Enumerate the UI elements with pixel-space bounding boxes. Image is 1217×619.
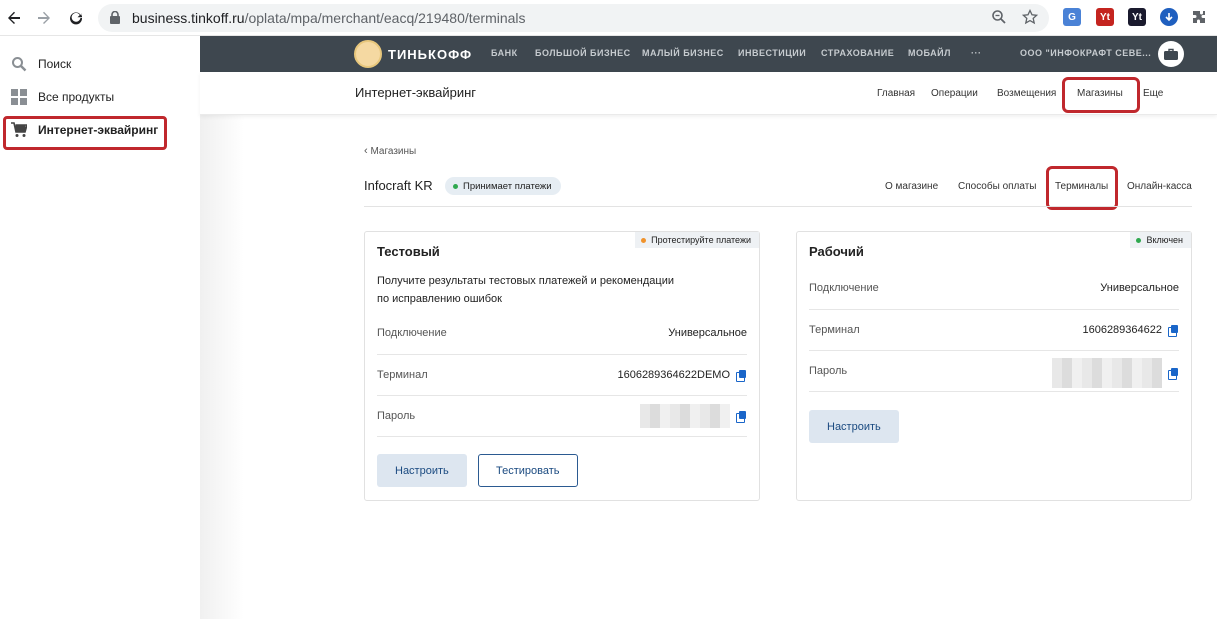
bookmark-star-icon[interactable]	[1021, 8, 1039, 29]
masked-password	[1052, 358, 1162, 388]
copy-icon[interactable]	[736, 410, 747, 423]
terminal-label: Терминал	[377, 369, 428, 381]
row-divider	[377, 436, 747, 437]
sidebar-shadow	[200, 36, 244, 619]
product-header: Интернет-эквайринг Главная Операции Возм…	[200, 72, 1217, 115]
top-link-small-business[interactable]: МАЛЫЙ БИЗНЕС	[642, 48, 724, 58]
zoom-icon[interactable]	[991, 9, 1007, 29]
left-sidebar: Поиск Все продукты Интернет-эквайринг	[0, 36, 200, 619]
header-link-operations[interactable]: Операции	[931, 88, 978, 99]
extensions-puzzle-icon[interactable]	[1190, 8, 1208, 26]
store-name: Infocraft KR	[364, 178, 433, 193]
row-divider	[809, 391, 1179, 392]
enabled-badge: Включен	[1130, 232, 1191, 248]
configure-button[interactable]: Настроить	[809, 410, 899, 443]
test-button[interactable]: Тестировать	[478, 454, 578, 487]
sidebar-item-search[interactable]: Поиск	[10, 51, 71, 77]
breadcrumb[interactable]: ‹ Магазины	[364, 145, 416, 157]
terminal-value: 1606289364622DEMO	[617, 369, 747, 382]
tab-about-store[interactable]: О магазине	[885, 181, 938, 192]
row-divider	[377, 395, 747, 396]
status-dot-icon	[641, 237, 647, 243]
header-link-refunds[interactable]: Возмещения	[997, 88, 1056, 99]
top-link-big-business[interactable]: БОЛЬШОЙ БИЗНЕС	[535, 48, 631, 58]
search-icon	[10, 55, 28, 73]
top-link-mobile[interactable]: МОБАЙЛ	[908, 48, 951, 58]
copy-icon[interactable]	[1168, 324, 1179, 337]
copy-icon[interactable]	[736, 369, 747, 382]
tab-terminals[interactable]: Терминалы	[1055, 181, 1108, 192]
top-link-bank[interactable]: БАНК	[491, 48, 518, 58]
password-value	[1052, 358, 1179, 388]
sidebar-item-label: Поиск	[38, 57, 72, 71]
briefcase-icon[interactable]	[1158, 41, 1184, 67]
card-title: Тестовый	[377, 244, 440, 259]
connection-value: Универсальное	[668, 327, 747, 339]
tab-payment-methods[interactable]: Способы оплаты	[958, 181, 1037, 192]
card-title: Рабочий	[809, 244, 864, 259]
tab-online-cashbox[interactable]: Онлайн-касса	[1127, 181, 1192, 192]
browser-toolbar: business.tinkoff.ru/oplata/mpa/merchant/…	[0, 0, 1217, 36]
row-divider	[809, 350, 1179, 351]
card-description: Получите результаты тестовых платежей и …	[377, 275, 674, 305]
status-dot-icon	[453, 183, 458, 189]
row-divider	[809, 309, 1179, 310]
top-link-investments[interactable]: ИНВЕСТИЦИИ	[738, 48, 806, 58]
more-menu-icon[interactable]: ···	[971, 48, 982, 58]
password-value	[640, 404, 747, 428]
connection-label: Подключение	[377, 327, 447, 339]
password-label: Пароль	[809, 365, 848, 377]
address-bar[interactable]: business.tinkoff.ru/oplata/mpa/merchant/…	[98, 4, 1049, 32]
tinkoff-logo[interactable]: ТИНЬКОФФ	[354, 40, 472, 68]
password-label: Пароль	[377, 410, 416, 422]
tabs-divider	[364, 206, 1192, 207]
masked-password	[640, 404, 730, 428]
row-divider	[377, 354, 747, 355]
terminal-label: Терминал	[809, 324, 860, 336]
cart-icon	[10, 121, 28, 139]
download-extension-icon[interactable]	[1160, 8, 1178, 26]
yt-dark-extension-icon[interactable]: Yt	[1128, 8, 1146, 26]
status-badge: Принимает платежи	[445, 177, 561, 195]
status-dot-icon	[1136, 237, 1142, 243]
sidebar-item-label: Все продукты	[38, 90, 115, 104]
sidebar-item-label: Интернет-эквайринг	[38, 123, 159, 137]
back-arrow-icon[interactable]	[2, 6, 26, 30]
test-badge: Протестируйте платежи	[635, 232, 759, 248]
reload-icon[interactable]	[64, 6, 88, 30]
top-link-insurance[interactable]: СТРАХОВАНИЕ	[821, 48, 894, 58]
company-name[interactable]: ООО "ИНФОКРАФТ СЕВЕ...	[1020, 48, 1151, 58]
terminal-value: 1606289364622	[1082, 324, 1179, 337]
page-title: Интернет-эквайринг	[355, 85, 477, 100]
lock-icon	[110, 10, 120, 29]
sidebar-item-internet-acquiring[interactable]: Интернет-эквайринг	[10, 117, 158, 143]
connection-value: Универсальное	[1100, 282, 1179, 294]
forward-arrow-icon[interactable]	[32, 6, 56, 30]
top-navigation-bar: ТИНЬКОФФ БАНК БОЛЬШОЙ БИЗНЕС МАЛЫЙ БИЗНЕ…	[200, 36, 1217, 72]
url-text: business.tinkoff.ru/oplata/mpa/merchant/…	[132, 10, 526, 26]
chevron-left-icon: ‹	[364, 145, 368, 157]
work-terminal-card: Включен Рабочий Подключение Универсально…	[796, 231, 1192, 501]
header-link-main[interactable]: Главная	[877, 88, 915, 99]
sidebar-item-all-products[interactable]: Все продукты	[10, 84, 114, 110]
grid-icon	[10, 88, 28, 106]
translate-extension-icon[interactable]: G	[1063, 8, 1081, 26]
connection-label: Подключение	[809, 282, 879, 294]
yt-extension-icon[interactable]: Yt	[1096, 8, 1114, 26]
configure-button[interactable]: Настроить	[377, 454, 467, 487]
test-terminal-card: Протестируйте платежи Тестовый Получите …	[364, 231, 760, 501]
header-link-more[interactable]: Еще	[1143, 88, 1163, 99]
copy-icon[interactable]	[1168, 367, 1179, 380]
tinkoff-emblem-icon	[354, 40, 382, 68]
header-link-stores[interactable]: Магазины	[1077, 88, 1123, 99]
